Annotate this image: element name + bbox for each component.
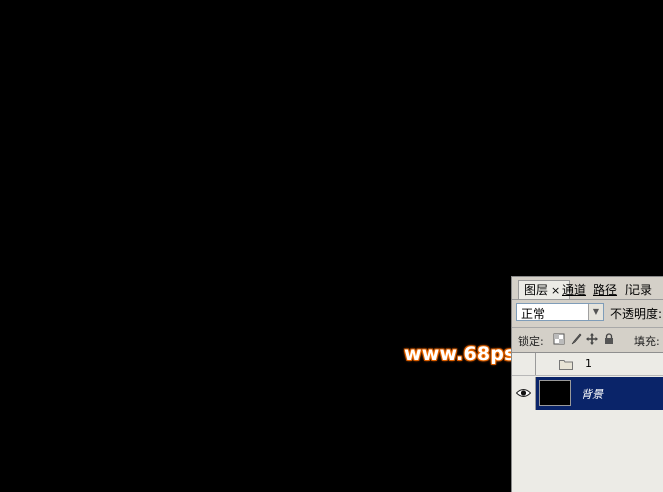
lock-brush-icon[interactable] — [570, 333, 582, 345]
tab-close-icon[interactable]: × — [551, 284, 560, 297]
eye-icon[interactable] — [516, 388, 531, 398]
layer-name: 背景 — [581, 388, 603, 401]
layer-row-background[interactable]: 背景 — [512, 377, 663, 410]
tab-paths[interactable]: 路径 — [593, 281, 617, 299]
blend-mode-value: 正常 — [521, 307, 546, 321]
layers-list: 1 背景 — [512, 352, 663, 492]
tab-history-label: 记录 — [628, 283, 653, 297]
panel-tab-bar: 图层× 通道 路径 历记录 — [512, 277, 663, 300]
blend-mode-select[interactable]: 正常 ▼ — [516, 303, 604, 321]
lock-transparency-icon[interactable] — [553, 333, 565, 345]
fill-label: 填充: — [634, 335, 660, 348]
lock-row: 锁定: 填充: — [512, 328, 663, 352]
layer-row-group[interactable]: 1 — [512, 353, 663, 376]
layer-name: 1 — [585, 357, 592, 370]
folder-icon — [559, 360, 573, 370]
layers-panel: 图层× 通道 路径 历记录 正常 ▼ 不透明度: 锁定: 填充: — [511, 276, 663, 492]
layer-thumbnail — [539, 380, 571, 406]
lock-all-icon[interactable] — [603, 333, 615, 345]
visibility-toggle[interactable] — [512, 353, 536, 375]
lock-move-icon[interactable] — [586, 333, 598, 345]
tab-channels[interactable]: 通道 — [562, 281, 586, 299]
chevron-down-icon[interactable]: ▼ — [588, 304, 603, 320]
visibility-toggle[interactable] — [512, 377, 536, 410]
opacity-label: 不透明度: — [610, 307, 663, 321]
tab-history[interactable]: 历记录 — [625, 281, 652, 299]
lock-label: 锁定: — [518, 335, 544, 348]
blend-row: 正常 ▼ 不透明度: — [512, 300, 663, 326]
tab-layers-label: 图层 — [524, 283, 549, 297]
